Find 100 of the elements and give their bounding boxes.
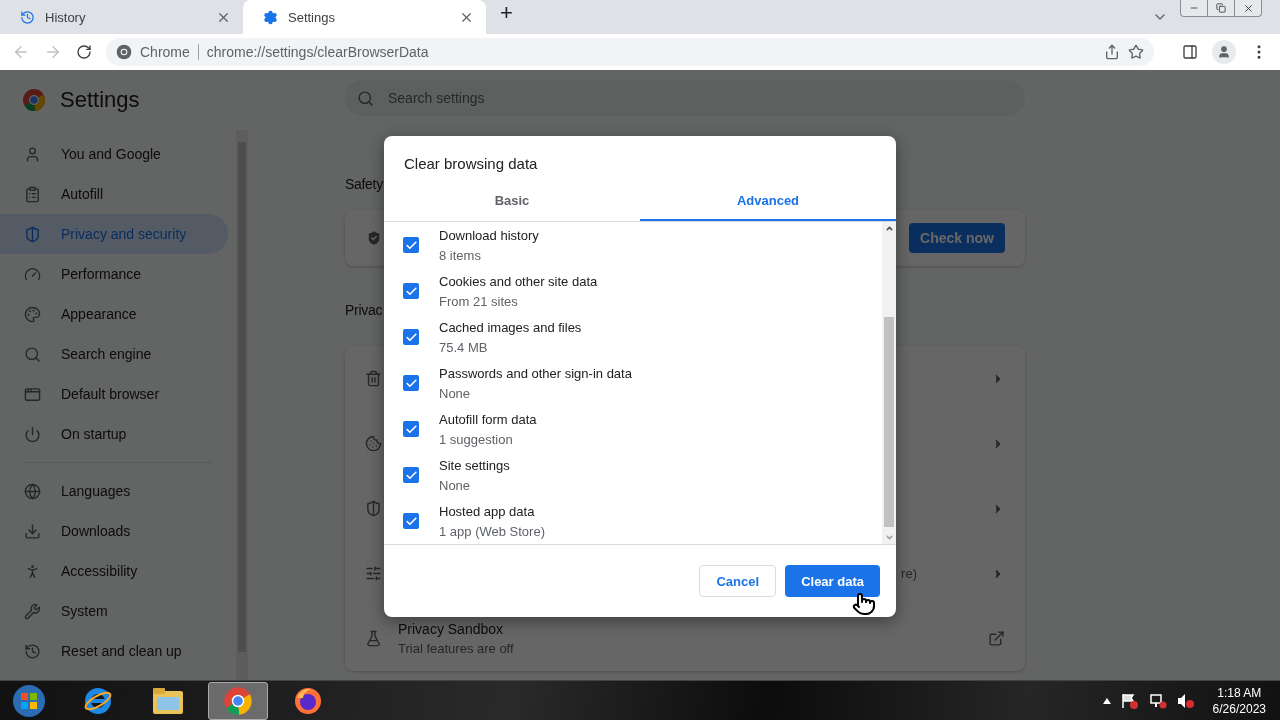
scrollbar[interactable] <box>882 222 896 544</box>
browser-tab[interactable]: History <box>0 0 243 34</box>
url-text: chrome://settings/clearBrowserData <box>206 44 430 60</box>
item-label: Download history <box>439 227 539 243</box>
folder-icon[interactable] <box>152 686 184 715</box>
close-icon <box>1242 2 1254 14</box>
side-panel-icon[interactable] <box>1182 44 1198 60</box>
search-icon <box>357 89 374 107</box>
sidebar-item[interactable]: Appearance <box>0 294 228 334</box>
search-field[interactable]: Search settings <box>345 80 1025 116</box>
item-label: Hosted app data <box>439 503 536 519</box>
dialog-tab[interactable]: Basic <box>384 182 640 221</box>
item-label: Cookies and other site data <box>439 273 598 289</box>
check-now-button[interactable]: Check now <box>909 223 1005 253</box>
dialog-title: Clear browsing data <box>403 154 539 174</box>
sidebar-item[interactable]: On startup <box>0 414 228 454</box>
chrome-logo-icon <box>116 44 132 60</box>
scrollbar[interactable] <box>236 130 248 680</box>
checkbox[interactable] <box>403 329 419 345</box>
item-label: Autofill form data <box>439 411 537 427</box>
chrome-icon <box>223 685 253 716</box>
item-detail: 8 items <box>439 247 482 263</box>
settings-icon <box>263 9 278 25</box>
item-detail: None <box>439 477 472 493</box>
item-detail: None <box>439 385 472 401</box>
checkbox[interactable] <box>403 283 419 299</box>
star-icon[interactable] <box>1128 44 1144 60</box>
shield-check-icon <box>365 229 383 247</box>
sidebar-item[interactable]: Performance <box>0 254 228 294</box>
checkbox[interactable] <box>403 375 419 391</box>
checkbox[interactable] <box>403 467 419 483</box>
reload-icon[interactable] <box>76 44 92 60</box>
clock[interactable]: 1:18 AM 6/26/2023 <box>1204 685 1274 716</box>
sidebar-item[interactable]: Languages <box>0 471 228 511</box>
checkbox[interactable] <box>403 421 419 437</box>
site-label: Chrome <box>140 44 190 60</box>
checkbox[interactable] <box>403 513 419 529</box>
sidebar-item[interactable]: Default browser <box>0 374 228 414</box>
item-label: Site settings <box>439 457 510 473</box>
sidebar-item[interactable]: You and Google <box>0 134 228 174</box>
section-heading: Safety <box>345 176 383 192</box>
restore-icon <box>1216 3 1226 13</box>
taskbar-app[interactable] <box>208 681 268 720</box>
row-subtitle: re) <box>901 566 917 581</box>
external-link-icon <box>988 630 1005 647</box>
cancel-button[interactable]: Cancel <box>699 565 777 597</box>
address-bar[interactable]: Chrome chrome://settings/clearBrowserData <box>106 38 1154 66</box>
sidebar-item[interactable]: Reset and clean up <box>0 631 228 671</box>
item-label: Passwords and other sign-in data <box>439 365 632 381</box>
search-icon <box>24 345 41 363</box>
browser-window-icon <box>24 385 41 403</box>
start-orb-icon[interactable] <box>12 683 46 718</box>
tab-title: History <box>45 9 87 25</box>
new-tab-button[interactable]: + <box>500 0 513 26</box>
tab-title: Settings <box>288 9 336 25</box>
network-icon[interactable] <box>1148 692 1167 709</box>
download-icon <box>24 522 41 540</box>
checkbox[interactable] <box>403 237 419 253</box>
settings-title: Settings <box>60 87 140 113</box>
item-detail: 1 suggestion <box>439 431 514 447</box>
history-icon <box>24 642 41 660</box>
item-label: Cached images and files <box>439 319 582 335</box>
flask-icon <box>365 630 382 647</box>
clear-data-button[interactable]: Clear data <box>785 565 880 597</box>
section-heading: Privac <box>345 302 383 318</box>
trash-icon <box>365 370 382 387</box>
row-subtitle: Trial features are off <box>398 641 515 656</box>
flag-icon[interactable] <box>1120 692 1139 709</box>
item-detail: 75.4 MB <box>439 339 489 355</box>
firefox-icon[interactable] <box>293 685 323 716</box>
item-detail: From 21 sites <box>439 293 519 309</box>
globe-icon <box>24 482 41 500</box>
sliders-icon <box>365 565 382 582</box>
profile-avatar-icon[interactable] <box>1212 40 1236 64</box>
speaker-muted-icon[interactable] <box>1176 692 1195 709</box>
shield-icon <box>365 500 382 517</box>
browser-tab[interactable]: Settings <box>243 0 486 34</box>
sidebar-item[interactable]: Search engine <box>0 334 228 374</box>
person-icon <box>24 145 41 163</box>
caret-up-icon[interactable] <box>1102 697 1111 704</box>
clipboard-icon <box>24 185 41 203</box>
history-icon <box>20 9 35 25</box>
sidebar-item[interactable]: Autofill <box>0 174 228 214</box>
sidebar-item[interactable]: Downloads <box>0 511 228 551</box>
wrench-icon <box>24 602 41 620</box>
chrome-logo-icon <box>22 88 46 112</box>
browser-e-icon[interactable] <box>83 685 113 716</box>
sidebar-item[interactable]: Accessibility <box>0 551 228 591</box>
dialog-tab[interactable]: Advanced <box>640 182 896 221</box>
sidebar-item[interactable]: Privacy and security <box>0 214 228 254</box>
gauge-icon <box>24 265 41 283</box>
palette-icon <box>24 305 41 323</box>
scroll-up-icon[interactable] <box>884 224 894 233</box>
sidebar-item[interactable]: System <box>0 591 228 631</box>
cookie-icon <box>365 435 382 452</box>
item-detail: 1 app (Web Store) <box>439 523 545 539</box>
shield-icon <box>24 225 41 243</box>
power-icon <box>24 425 41 443</box>
share-icon[interactable] <box>1104 44 1120 60</box>
row-title: Privacy Sandbox <box>398 621 505 637</box>
